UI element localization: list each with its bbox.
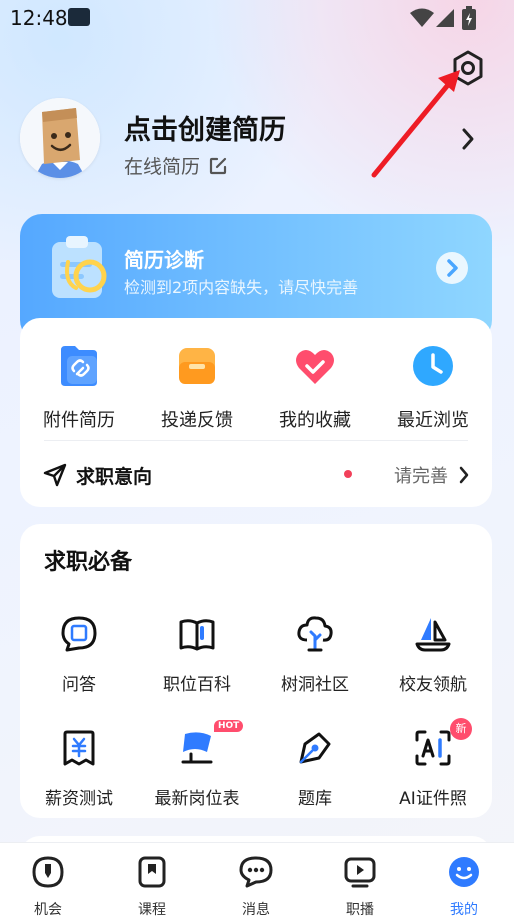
book-icon [179, 619, 215, 651]
tab-label: 职播 [346, 902, 374, 918]
opportunity-icon [32, 856, 64, 888]
divider [44, 440, 468, 441]
diagnosis-go-button[interactable] [436, 252, 468, 284]
edit-icon [209, 157, 227, 174]
status-time: 12:48 [10, 6, 68, 30]
new-badge: 新 [450, 718, 472, 740]
delivery-feedback-icon [179, 348, 215, 384]
tab-label: 课程 [138, 902, 166, 918]
diagnosis-title: 简历诊断 [124, 248, 204, 272]
qa-bubble-icon [61, 616, 97, 652]
avatar-paperbag-icon [20, 98, 100, 178]
me-icon [449, 857, 479, 887]
essential-item-label: 树洞社区 [281, 675, 349, 695]
quick-item-label: 最近浏览 [397, 410, 469, 431]
online-resume-link[interactable]: 在线简历 [124, 152, 228, 179]
quick-item-recent[interactable]: 最近浏览 [374, 344, 492, 432]
essential-item-ai-photo[interactable]: AI证件照 [374, 728, 492, 809]
essential-item-job-wiki[interactable]: 职位百科 [138, 614, 256, 695]
essential-item-label: 问答 [62, 675, 96, 695]
section-title: 求职必备 [44, 550, 133, 575]
essential-item-salary[interactable]: 薪资测试 [20, 728, 138, 809]
profile-chevron-right-icon[interactable] [458, 124, 478, 154]
avatar[interactable] [20, 98, 100, 178]
status-bar: 12:48 [0, 0, 514, 36]
essential-item-alumni[interactable]: 校友领航 [374, 614, 492, 695]
job-intent-status: 请完善 [394, 466, 448, 487]
tab-label: 消息 [242, 902, 270, 918]
profile-subtitle: 在线简历 [124, 156, 201, 178]
quick-item-label: 投递反馈 [161, 410, 233, 431]
tab-label: 我的 [450, 902, 478, 918]
salary-icon [63, 730, 95, 766]
chevron-right-icon [447, 259, 458, 277]
sailboat-icon [415, 618, 451, 652]
essential-item-treehole[interactable]: 树洞社区 [256, 614, 374, 695]
diagnosis-clipboard-icon [52, 236, 107, 298]
attachment-resume-icon [61, 346, 97, 386]
chevron-right-icon [459, 466, 469, 484]
tab-me[interactable]: 我的 [434, 855, 494, 919]
job-essentials-card: 求职必备 问答 职位百科 树洞社区 校友领航 薪资测试 最新岗位表 题库 AI证… [20, 524, 492, 818]
essential-item-question-bank[interactable]: 题库 [256, 728, 374, 809]
tab-opportunity[interactable]: 机会 [18, 855, 78, 919]
essential-item-label: 校友领航 [399, 675, 467, 695]
quick-item-label: 我的收藏 [279, 410, 351, 431]
send-arrow-icon [43, 463, 67, 487]
ai-photo-icon [415, 730, 451, 766]
tab-live[interactable]: 职播 [330, 855, 390, 919]
recent-clock-icon [413, 346, 453, 386]
annotation-arrow [371, 70, 460, 178]
battery-icon [462, 6, 476, 30]
quick-actions-card: 附件简历 投递反馈 我的收藏 最近浏览 求职意向 请完善 [20, 318, 492, 507]
quick-item-favorites[interactable]: 我的收藏 [256, 344, 374, 432]
quick-item-attachment-resume[interactable]: 附件简历 [20, 344, 138, 432]
essential-item-latest-jobs[interactable]: 最新岗位表 [138, 728, 256, 809]
essential-item-label: AI证件照 [399, 789, 467, 809]
job-intent-row[interactable]: 求职意向 请完善 [42, 458, 470, 490]
wifi-icon [410, 8, 434, 27]
hot-badge: HOT [214, 720, 244, 732]
live-icon [344, 857, 376, 888]
job-intent-label: 求职意向 [76, 466, 153, 488]
pen-icon [299, 732, 331, 764]
quick-item-delivery-feedback[interactable]: 投递反馈 [138, 344, 256, 432]
essential-item-label: 职位百科 [163, 675, 231, 695]
essential-item-label: 薪资测试 [45, 789, 113, 809]
tab-courses[interactable]: 课程 [122, 855, 182, 919]
favorites-heart-icon [296, 349, 334, 384]
bottom-tab-bar: 机会 课程 消息 职播 我的 [0, 842, 514, 921]
tab-messages[interactable]: 消息 [226, 855, 286, 919]
course-icon [138, 856, 166, 888]
profile-title[interactable]: 点击创建简历 [124, 108, 286, 147]
essential-item-label: 题库 [298, 789, 332, 809]
essential-item-label: 最新岗位表 [154, 789, 240, 809]
tab-label: 机会 [34, 902, 62, 918]
cellular-signal-icon [436, 9, 454, 27]
notification-app-icon [68, 8, 90, 26]
tree-icon [297, 616, 333, 652]
red-dot-indicator [344, 470, 352, 478]
quick-item-label: 附件简历 [43, 410, 115, 431]
diagnosis-subtitle: 检测到2项内容缺失，请尽快完善 [124, 278, 359, 297]
message-icon [239, 856, 273, 888]
flag-icon [181, 732, 213, 764]
essential-item-qa[interactable]: 问答 [20, 614, 138, 695]
